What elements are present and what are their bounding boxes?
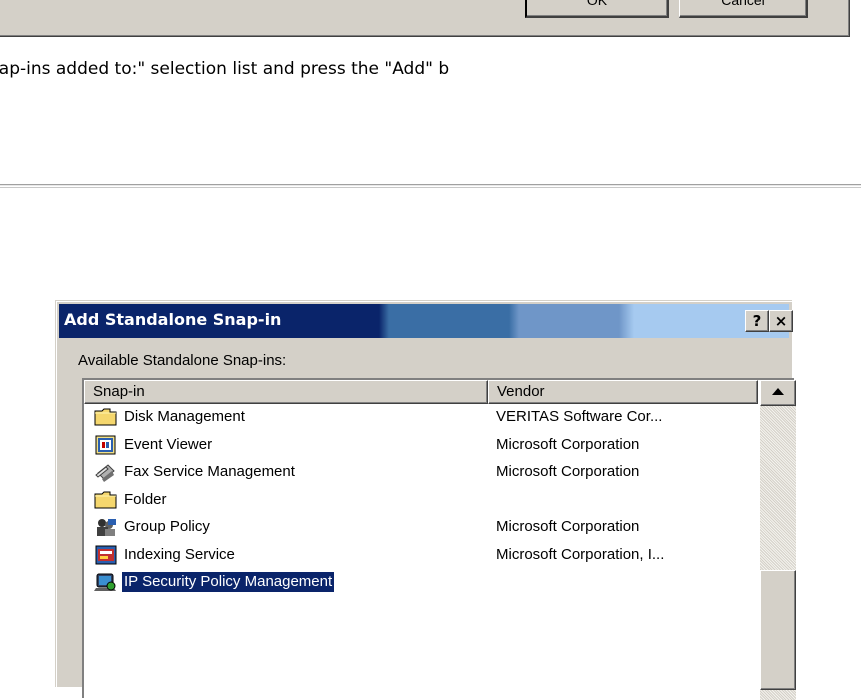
snapin-name: Group Policy xyxy=(124,518,210,535)
snapin-rows: Disk Management VERITAS Software Cor... … xyxy=(84,404,758,597)
available-snapins-label: Available Standalone Snap-ins: xyxy=(78,352,287,369)
folder-icon xyxy=(94,406,118,428)
instruction-text: nap-ins added to:" selection list and pr… xyxy=(0,59,450,79)
snapin-vendor: Microsoft Corporation xyxy=(496,518,640,535)
column-header-vendor[interactable]: Vendor xyxy=(488,380,758,404)
close-button[interactable]: × xyxy=(769,310,793,332)
list-item[interactable]: IP Security Policy Management xyxy=(84,569,758,597)
list-item[interactable]: Group Policy Microsoft Corporation xyxy=(84,514,758,542)
snapin-name: Fax Service Management xyxy=(124,463,295,480)
list-item[interactable]: Indexing Service Microsoft Corporation, … xyxy=(84,542,758,570)
list-item[interactable]: Folder xyxy=(84,487,758,515)
list-item[interactable]: Event Viewer Microsoft Corporation xyxy=(84,432,758,460)
dialog-title: Add Standalone Snap-in xyxy=(64,310,282,329)
add-standalone-snapin-dialog: Add Standalone Snap-in ? × Available Sta… xyxy=(55,300,796,700)
ok-button[interactable]: OK xyxy=(525,0,669,18)
ip-security-icon xyxy=(94,571,118,593)
snapin-vendor: Microsoft Corporation, I... xyxy=(496,545,665,563)
title-bar[interactable]: Add Standalone Snap-in ? × xyxy=(59,304,793,338)
vertical-scrollbar[interactable] xyxy=(760,380,796,700)
indexing-service-icon xyxy=(94,544,118,566)
snapin-name: Event Viewer xyxy=(124,435,213,453)
folder-icon xyxy=(94,489,118,511)
fax-icon xyxy=(94,461,118,483)
horizontal-separator xyxy=(0,184,861,188)
scroll-thumb[interactable] xyxy=(760,570,796,690)
help-button[interactable]: ? xyxy=(745,310,769,332)
snapin-name: Disk Management xyxy=(124,408,245,425)
snapin-list[interactable]: Snap-in Vendor Disk Management VERITAS S… xyxy=(82,378,796,700)
snapin-name: IP Security Policy Management xyxy=(122,572,335,592)
snapin-vendor: VERITAS Software Cor... xyxy=(496,408,663,425)
snapin-vendor: Microsoft Corporation xyxy=(496,463,640,480)
list-item[interactable]: Fax Service Management Microsoft Corpora… xyxy=(84,459,758,487)
snapin-name: Indexing Service xyxy=(124,545,235,563)
list-item[interactable]: Disk Management VERITAS Software Cor... xyxy=(84,404,758,432)
cancel-button[interactable]: Cancel xyxy=(679,0,808,18)
scroll-up-button[interactable] xyxy=(760,380,796,406)
top-dialog-fragment: OK Cancel xyxy=(0,0,850,37)
event-viewer-icon xyxy=(94,434,118,456)
snapin-vendor: Microsoft Corporation xyxy=(496,435,640,453)
group-policy-icon xyxy=(94,516,118,538)
snapin-name: Folder xyxy=(124,490,167,508)
column-header-snapin[interactable]: Snap-in xyxy=(84,380,488,404)
